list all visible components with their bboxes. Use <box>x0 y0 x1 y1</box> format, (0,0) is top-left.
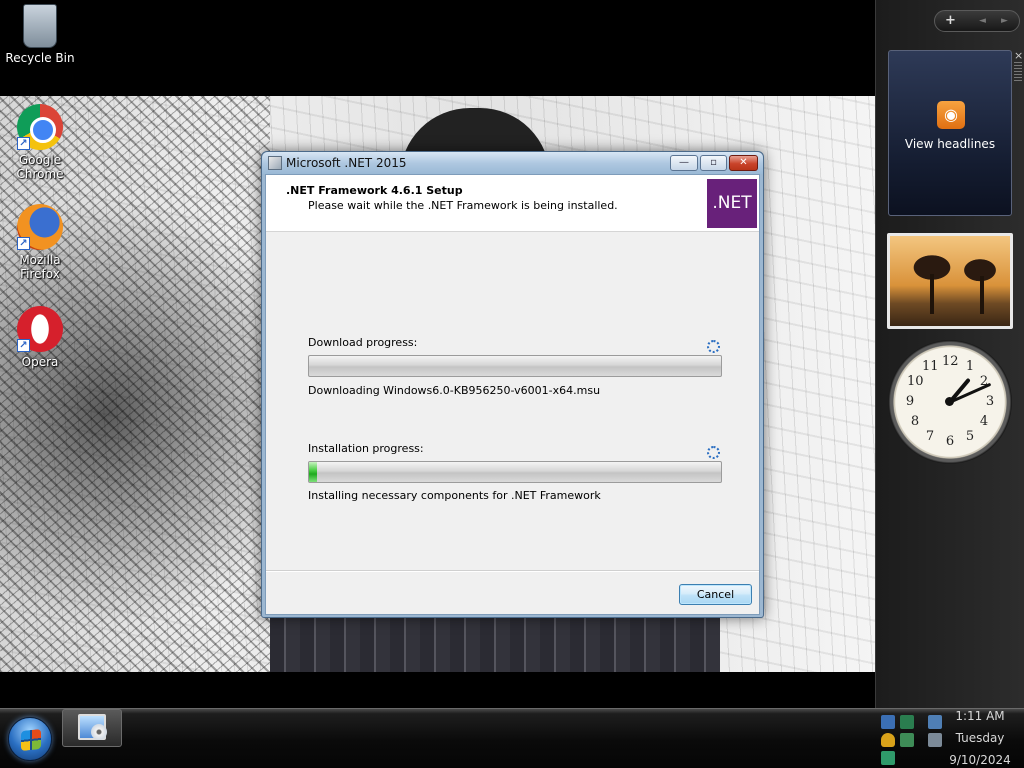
desktop-icon-firefox[interactable]: ↗ Mozilla Firefox <box>2 204 78 281</box>
installation-progress-fill <box>309 462 318 482</box>
download-status-text: Downloading Windows6.0-KB956250-v6001-x6… <box>308 384 601 397</box>
clock-number: 5 <box>965 429 975 444</box>
desktop-icon-label: Google Chrome <box>16 153 64 181</box>
tray-clock-time[interactable]: 1:11 AM <box>939 709 1021 723</box>
minimize-button[interactable]: — <box>670 155 698 171</box>
footer-separator <box>266 570 759 571</box>
sidebar-controls: + ◄ ► <box>934 10 1020 32</box>
cancel-button[interactable]: Cancel <box>679 584 752 605</box>
firefox-icon: ↗ <box>17 204 63 250</box>
desktop-icon-opera[interactable]: ↗ Opera <box>2 306 78 369</box>
maximize-button[interactable]: ▫ <box>700 155 727 171</box>
dialog-title: Microsoft .NET 2015 <box>286 156 407 170</box>
clock-number: 3 <box>985 394 995 409</box>
desktop-icon-label: Recycle Bin <box>5 51 75 65</box>
shortcut-arrow-icon: ↗ <box>17 237 30 250</box>
clock-number: 6 <box>945 434 955 449</box>
shortcut-arrow-icon: ↗ <box>17 137 30 150</box>
sync-icon[interactable] <box>881 751 895 765</box>
clock-number: 11 <box>922 359 939 374</box>
tray-clock-day[interactable]: Tuesday <box>939 731 1021 745</box>
action-center-icon[interactable] <box>900 733 914 747</box>
tray-clock-date[interactable]: 9/10/2024 <box>939 753 1021 767</box>
clock-number: 12 <box>942 354 959 369</box>
installation-spinner-icon <box>707 446 720 459</box>
windows-sidebar: + ◄ ► ◉ View headlines × 12 1 2 3 4 5 6 … <box>875 0 1024 708</box>
view-headlines-label[interactable]: View headlines <box>889 137 1011 151</box>
installation-progress-bar <box>308 461 722 483</box>
security-shield-icon[interactable] <box>881 733 895 747</box>
dotnet-logo: .NET <box>707 179 757 228</box>
taskbar: 1:11 AM Tuesday 9/10/2024 <box>0 708 1024 768</box>
dotnet-setup-dialog: Microsoft .NET 2015 — ▫ ✕ .NET Framework… <box>261 151 764 618</box>
clock-center-pin <box>945 397 954 406</box>
clock-number: 7 <box>925 429 935 444</box>
taskbar-item-setup[interactable] <box>62 709 122 747</box>
start-button[interactable] <box>8 717 52 761</box>
gadget-drag-handle[interactable] <box>1014 62 1022 82</box>
clock-number: 8 <box>910 414 920 429</box>
network-icon[interactable] <box>900 715 914 729</box>
recycle-bin-icon <box>23 4 57 48</box>
clock-number: 9 <box>905 394 915 409</box>
monitor-icon[interactable] <box>881 715 895 729</box>
opera-icon: ↗ <box>17 306 63 352</box>
chrome-icon: ↗ <box>17 104 63 150</box>
desktop-icon-label: Mozilla Firefox <box>19 253 61 281</box>
shortcut-arrow-icon: ↗ <box>17 339 30 352</box>
add-gadget-button[interactable]: + <box>945 13 956 28</box>
desktop-icon-recycle-bin[interactable]: Recycle Bin <box>2 4 78 65</box>
tree-trunk <box>930 274 934 314</box>
installation-status-text: Installing necessary components for .NET… <box>308 489 601 502</box>
clock-gadget[interactable]: 12 1 2 3 4 5 6 7 8 9 10 11 <box>888 340 1012 464</box>
clock-number: 1 <box>965 359 975 374</box>
download-spinner-icon <box>707 340 720 353</box>
dialog-header: .NET Framework 4.6.1 Setup Please wait w… <box>266 175 759 232</box>
feed-headlines-gadget[interactable]: ◉ View headlines <box>888 50 1012 216</box>
next-page-button[interactable]: ► <box>1001 16 1008 26</box>
window-app-icon <box>268 156 282 170</box>
tree-trunk <box>980 276 984 314</box>
wallpaper-scribble-art <box>0 96 270 672</box>
clock-number: 4 <box>979 414 989 429</box>
download-progress-label: Download progress: <box>308 336 418 349</box>
setup-heading: .NET Framework 4.6.1 Setup <box>286 184 463 197</box>
windows-logo-icon <box>21 728 41 752</box>
desktop-icon-label: Opera <box>21 355 59 369</box>
gadget-close-icon[interactable]: × <box>1014 49 1023 62</box>
slideshow-gadget[interactable] <box>887 233 1013 329</box>
download-progress-bar <box>308 355 722 377</box>
dialog-titlebar[interactable]: Microsoft .NET 2015 — ▫ ✕ <box>262 152 763 174</box>
setup-subheading: Please wait while the .NET Framework is … <box>308 199 618 212</box>
rss-icon: ◉ <box>937 101 965 129</box>
clock-number: 10 <box>907 374 924 389</box>
previous-page-button[interactable]: ◄ <box>979 16 986 26</box>
installation-progress-label: Installation progress: <box>308 442 424 455</box>
setup-disc-icon <box>91 724 107 740</box>
dialog-client-area: .NET Framework 4.6.1 Setup Please wait w… <box>265 174 760 615</box>
desktop-icon-chrome[interactable]: ↗ Google Chrome <box>2 104 78 181</box>
close-button[interactable]: ✕ <box>729 155 758 171</box>
